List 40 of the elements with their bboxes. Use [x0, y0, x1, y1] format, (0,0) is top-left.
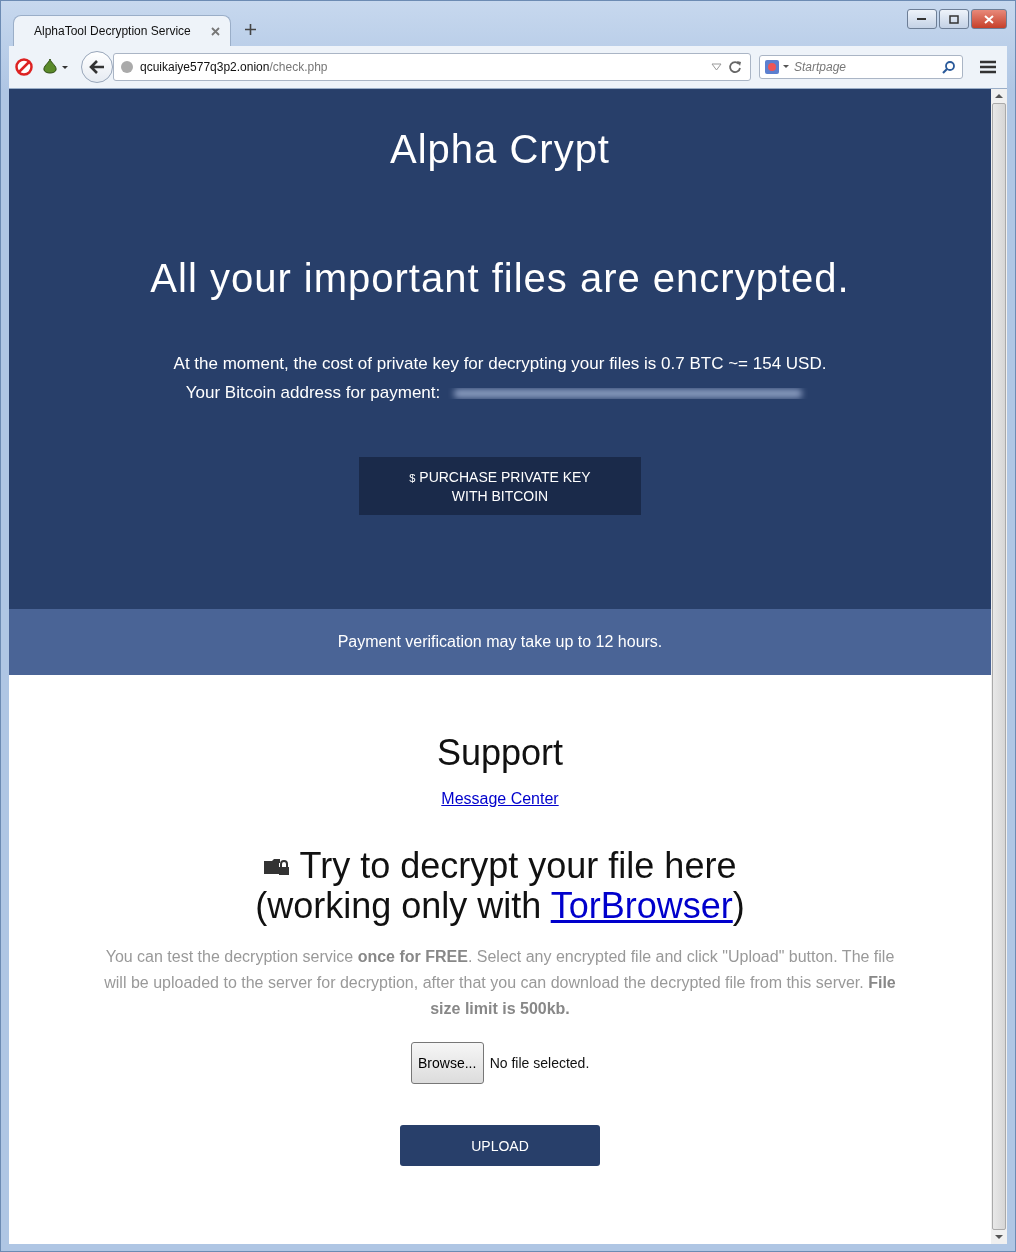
minimize-icon: [917, 17, 927, 21]
close-icon[interactable]: [211, 26, 220, 36]
back-button[interactable]: [81, 51, 113, 83]
decrypt-heading: Try to decrypt your file here: [299, 846, 737, 886]
search-placeholder: Startpage: [794, 60, 848, 74]
cost-text: At the moment, the cost of private key for decrypting your files is 0.7 BTC ~= 154 USD.: [173, 354, 827, 374]
tab-title: AlphaTool Decryption Service: [34, 24, 191, 38]
url-text: qcuikaiye577q3p2.onion/check.php: [140, 60, 329, 74]
address-label: Your Bitcoin address for payment:: [185, 383, 441, 403]
lock-folder-icon: [263, 857, 290, 875]
no-script-icon[interactable]: [15, 58, 33, 76]
new-tab-icon[interactable]: [245, 24, 256, 35]
back-arrow-icon: [89, 60, 105, 74]
maximize-icon: [949, 14, 959, 24]
minimize-button[interactable]: [907, 9, 937, 29]
close-button[interactable]: [971, 9, 1007, 29]
headline: All your important files are encrypted.: [150, 256, 850, 301]
search-field[interactable]: Startpage: [759, 55, 963, 79]
address-field[interactable]: qcuikaiye577q3p2.onion/check.php: [113, 53, 751, 81]
decrypt-description: You can test the decryption service once for FREE. Select any encrypted file and click "Upload" button. The file will be uploaded to the server for decryption, after that you can download the decrypted file from this server. File size limit is 500kb.: [103, 947, 897, 1019]
browser-tab[interactable]: AlphaTool Decryption Service: [13, 15, 231, 46]
decrypt-subheading: (working only with TorBrowser): [255, 885, 745, 926]
torbrowser-link[interactable]: TorBrowser: [550, 885, 733, 926]
payment-notice: Payment verification may take up to 12 hours.: [337, 633, 663, 651]
menu-icon[interactable]: [979, 60, 997, 74]
support-heading: Support: [436, 732, 564, 774]
maximize-button[interactable]: [939, 9, 969, 29]
purchase-button[interactable]: $ PURCHASE PRIVATE KEY WITH BITCOIN: [359, 457, 641, 515]
scrollbar[interactable]: [991, 89, 1007, 1244]
scroll-up-icon[interactable]: [995, 93, 1003, 99]
close-icon: [984, 14, 994, 24]
scroll-down-icon[interactable]: [995, 1234, 1003, 1240]
search-engine-icon[interactable]: [764, 59, 790, 75]
message-center-link[interactable]: Message Center: [441, 790, 559, 808]
file-status: No file selected.: [489, 1055, 590, 1071]
site-title: Alpha Crypt: [390, 127, 610, 172]
upload-button[interactable]: UPLOAD: [400, 1125, 600, 1166]
reload-icon[interactable]: [728, 60, 742, 74]
browse-button[interactable]: Browse...: [410, 1042, 484, 1084]
search-icon[interactable]: [942, 60, 956, 74]
